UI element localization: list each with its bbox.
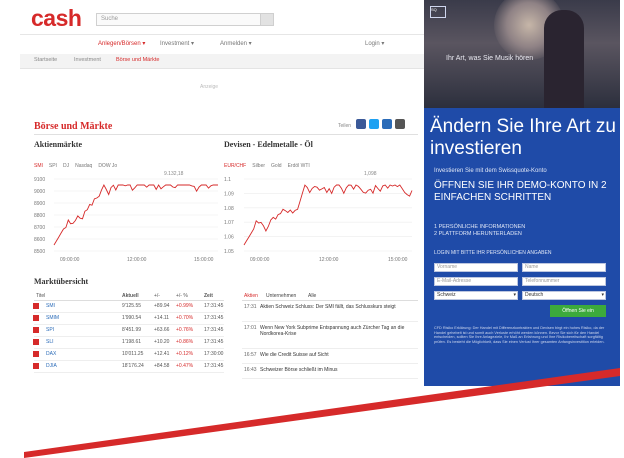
decorative-red-stroke [24,368,620,458]
red-diagonal-stroke [24,368,620,458]
